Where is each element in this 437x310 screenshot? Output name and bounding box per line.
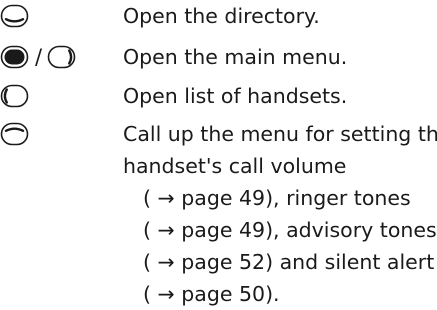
description-line: handset's call volume (123, 154, 347, 178)
key-group (0, 2, 29, 30)
arrow-icon: → (157, 250, 175, 274)
control-key-right-icon (47, 45, 76, 69)
arrow-icon: → (157, 186, 175, 210)
arrow-icon: → (157, 282, 175, 306)
page-reference: ( → page 50). (123, 278, 437, 310)
control-key-left-icon (0, 84, 29, 108)
key-group: / (0, 43, 76, 71)
item-description: Call up the menu for setting the handset… (123, 118, 437, 310)
key-separator: / (35, 45, 43, 69)
paren: ( (143, 282, 151, 306)
page-reference: ( → page 49), advisory tones (123, 214, 437, 246)
control-key-up-icon (0, 122, 29, 146)
item-description: Open list of handsets. (123, 84, 348, 108)
page-link[interactable]: page 50 (181, 282, 265, 306)
page-reference: ( → page 52) and silent alert (123, 246, 437, 278)
control-key-down-icon (0, 4, 29, 28)
page-reference: ( → page 49), ringer tones (123, 182, 437, 214)
paren: ( (143, 186, 151, 210)
page-link[interactable]: page 52 (181, 250, 265, 274)
paren: ( (143, 218, 151, 242)
key-group (0, 82, 29, 110)
page-link[interactable]: page 49 (181, 218, 265, 242)
page-link[interactable]: page 49 (181, 186, 265, 210)
reference-suffix: ) and silent alert (265, 250, 435, 274)
reference-suffix: ). (265, 282, 280, 306)
reference-suffix: ), ringer tones (265, 186, 411, 210)
item-description: Open the main menu. (123, 45, 348, 69)
reference-suffix: ), advisory tones (265, 218, 437, 242)
paren: ( (143, 250, 151, 274)
description-line: Call up the menu for setting the (123, 122, 437, 146)
item-description: Open the directory. (123, 4, 320, 28)
end-call-key-icon (0, 45, 29, 69)
arrow-icon: → (157, 218, 175, 242)
key-group (0, 120, 29, 148)
